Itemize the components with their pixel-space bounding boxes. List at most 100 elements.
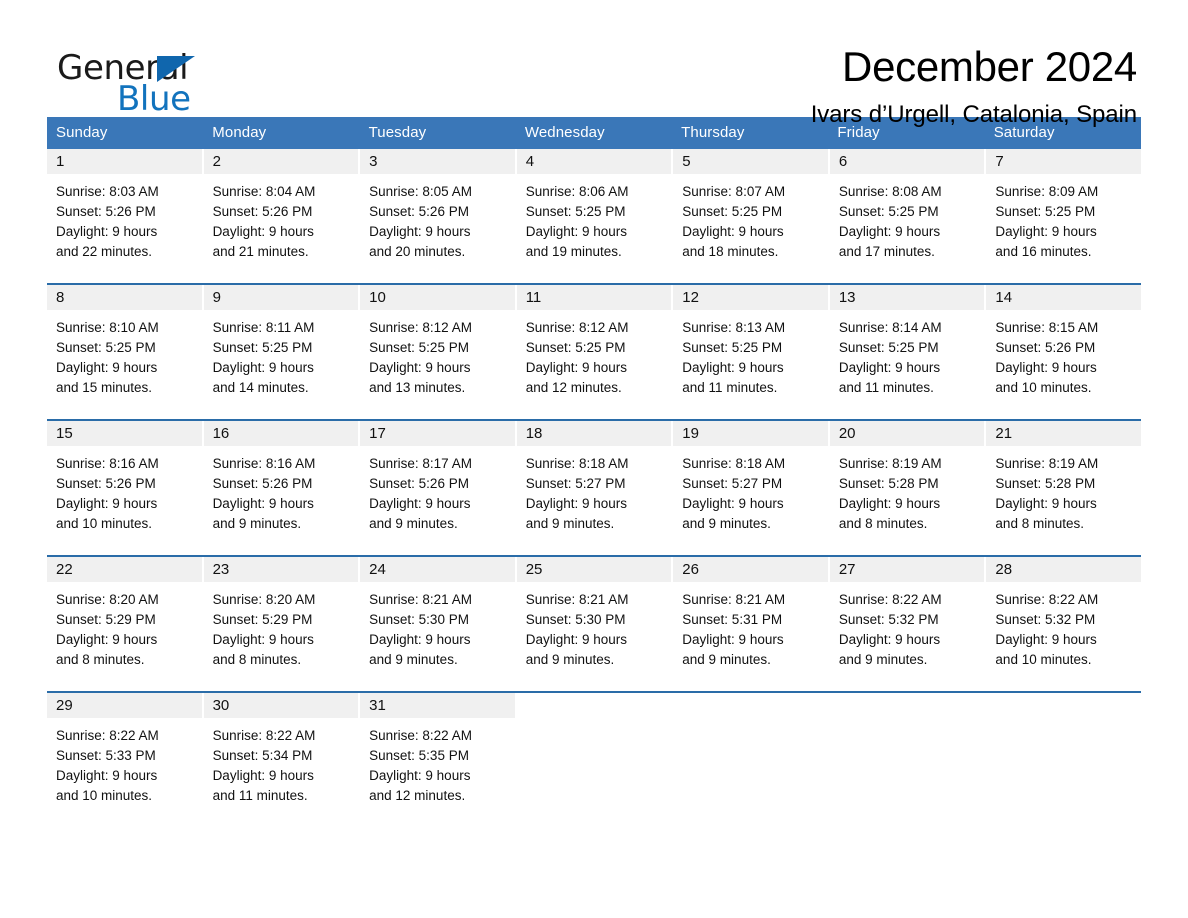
day-cell[interactable]: 21 Sunrise: 8:19 AM Sunset: 5:28 PM Dayli… — [986, 421, 1141, 548]
day-details: Sunrise: 8:15 AM Sunset: 5:26 PM Dayligh… — [995, 320, 1099, 395]
week-row: 1 Sunrise: 8:03 AM Sunset: 5:26 PM Daylig… — [47, 149, 1141, 276]
day-number — [673, 693, 828, 718]
day-details: Sunrise: 8:11 AM Sunset: 5:25 PM Dayligh… — [212, 320, 315, 395]
day-details — [986, 718, 1141, 726]
day-cell[interactable]: 8 Sunrise: 8:10 AM Sunset: 5:25 PM Daylig… — [47, 285, 202, 412]
day-cell[interactable]: 20 Sunrise: 8:19 AM Sunset: 5:28 PM Dayli… — [829, 421, 985, 548]
day-cell[interactable]: 24 Sunrise: 8:21 AM Sunset: 5:30 PM Dayli… — [360, 557, 515, 684]
day-details: Sunrise: 8:09 AM Sunset: 5:25 PM Dayligh… — [995, 184, 1099, 259]
day-details: Sunrise: 8:04 AM Sunset: 5:26 PM Dayligh… — [212, 184, 316, 259]
day-number: 23 — [203, 557, 359, 582]
weekday-wednesday: Wednesday — [524, 124, 605, 141]
day-cell[interactable]: 31 Sunrise: 8:22 AM Sunset: 5:35 PM Dayli… — [360, 693, 515, 820]
day-cell[interactable]: 17 Sunrise: 8:17 AM Sunset: 5:26 PM Dayli… — [360, 421, 515, 548]
day-details: Sunrise: 8:16 AM Sunset: 5:26 PM Dayligh… — [212, 456, 316, 531]
day-details: Sunrise: 8:08 AM Sunset: 5:25 PM Dayligh… — [838, 184, 942, 259]
day-cell[interactable]: 28 Sunrise: 8:22 AM Sunset: 5:32 PM Dayli… — [986, 557, 1141, 684]
day-number: 19 — [673, 421, 828, 446]
day-cell[interactable]: 13 Sunrise: 8:14 AM Sunset: 5:25 PM Dayli… — [829, 285, 985, 412]
day-details: Sunrise: 8:22 AM Sunset: 5:33 PM Dayligh… — [56, 728, 159, 803]
day-details: Sunrise: 8:03 AM Sunset: 5:26 PM Dayligh… — [56, 184, 159, 259]
day-number: 26 — [673, 557, 828, 582]
day-number: 8 — [47, 285, 202, 310]
weekday-thursday: Thursday — [681, 124, 745, 141]
day-details: Sunrise: 8:19 AM Sunset: 5:28 PM Dayligh… — [995, 456, 1099, 531]
day-details — [517, 718, 672, 726]
day-number: 18 — [516, 421, 672, 446]
day-details: Sunrise: 8:18 AM Sunset: 5:27 PM Dayligh… — [525, 456, 629, 531]
week-row: 22 Sunrise: 8:20 AM Sunset: 5:29 PM Dayli… — [47, 555, 1141, 684]
day-cell[interactable]: 12 Sunrise: 8:13 AM Sunset: 5:25 PM Dayli… — [673, 285, 828, 412]
day-cell[interactable]: 3 Sunrise: 8:05 AM Sunset: 5:26 PM Daylig… — [360, 149, 515, 276]
day-number: 1 — [47, 149, 202, 174]
logo-text-blue: Blue — [117, 79, 191, 119]
day-number: 24 — [360, 557, 515, 582]
day-cell[interactable]: 15 Sunrise: 8:16 AM Sunset: 5:26 PM Dayli… — [47, 421, 202, 548]
day-cell[interactable]: 11 Sunrise: 8:12 AM Sunset: 5:25 PM Dayli… — [516, 285, 672, 412]
day-details: Sunrise: 8:21 AM Sunset: 5:30 PM Dayligh… — [369, 592, 472, 667]
day-cell[interactable]: 18 Sunrise: 8:18 AM Sunset: 5:27 PM Dayli… — [516, 421, 672, 548]
day-details — [830, 718, 985, 726]
calendar-table: Sunday Monday Tuesday Wednesday Thursday… — [47, 117, 1141, 820]
weekday-header-row: Sunday Monday Tuesday Wednesday Thursday… — [47, 117, 1141, 149]
day-cell-empty — [986, 693, 1141, 820]
day-cell[interactable]: 7 Sunrise: 8:09 AM Sunset: 5:25 PM Daylig… — [986, 149, 1141, 276]
day-cell[interactable]: 9 Sunrise: 8:11 AM Sunset: 5:25 PM Daylig… — [203, 285, 359, 412]
day-cell-empty — [673, 693, 828, 820]
day-number: 4 — [516, 149, 672, 174]
day-cell[interactable]: 14 Sunrise: 8:15 AM Sunset: 5:26 PM Dayli… — [986, 285, 1141, 412]
day-cell[interactable]: 10 Sunrise: 8:12 AM Sunset: 5:25 PM Dayli… — [360, 285, 515, 412]
day-details: Sunrise: 8:22 AM Sunset: 5:34 PM Dayligh… — [212, 728, 316, 803]
day-cell[interactable]: 29 Sunrise: 8:22 AM Sunset: 5:33 PM Dayli… — [47, 693, 202, 820]
page-header: General Blue December 2024 Ivars d’Urgel… — [47, 0, 1141, 129]
day-number: 22 — [47, 557, 202, 582]
day-details — [673, 718, 828, 726]
day-details: Sunrise: 8:22 AM Sunset: 5:35 PM Dayligh… — [369, 728, 472, 803]
day-number: 11 — [516, 285, 672, 310]
day-number: 10 — [360, 285, 515, 310]
day-number: 15 — [47, 421, 202, 446]
day-cell[interactable]: 16 Sunrise: 8:16 AM Sunset: 5:26 PM Dayli… — [203, 421, 359, 548]
day-number — [986, 693, 1141, 718]
day-number: 6 — [829, 149, 985, 174]
day-cell[interactable]: 6 Sunrise: 8:08 AM Sunset: 5:25 PM Daylig… — [829, 149, 985, 276]
day-number: 29 — [47, 693, 202, 718]
day-cell[interactable]: 5 Sunrise: 8:07 AM Sunset: 5:25 PM Daylig… — [673, 149, 828, 276]
day-cell[interactable]: 26 Sunrise: 8:21 AM Sunset: 5:31 PM Dayli… — [673, 557, 828, 684]
weekday-saturday: Saturday — [993, 124, 1055, 141]
generalblue-logo: General Blue — [47, 44, 227, 120]
day-details: Sunrise: 8:16 AM Sunset: 5:26 PM Dayligh… — [56, 456, 159, 531]
day-number: 28 — [986, 557, 1141, 582]
day-number: 9 — [203, 285, 359, 310]
day-number: 17 — [360, 421, 515, 446]
weekday-friday: Friday — [837, 124, 880, 141]
day-cell[interactable]: 19 Sunrise: 8:18 AM Sunset: 5:27 PM Dayli… — [673, 421, 828, 548]
day-number: 31 — [360, 693, 515, 718]
day-cell[interactable]: 30 Sunrise: 8:22 AM Sunset: 5:34 PM Dayli… — [203, 693, 359, 820]
day-number: 3 — [360, 149, 515, 174]
day-details: Sunrise: 8:20 AM Sunset: 5:29 PM Dayligh… — [212, 592, 316, 667]
day-details: Sunrise: 8:05 AM Sunset: 5:26 PM Dayligh… — [369, 184, 472, 259]
day-number: 27 — [829, 557, 985, 582]
day-cell[interactable]: 23 Sunrise: 8:20 AM Sunset: 5:29 PM Dayli… — [203, 557, 359, 684]
day-details: Sunrise: 8:21 AM Sunset: 5:31 PM Dayligh… — [682, 592, 786, 667]
day-number: 5 — [673, 149, 828, 174]
day-details: Sunrise: 8:19 AM Sunset: 5:28 PM Dayligh… — [838, 456, 942, 531]
day-cell[interactable]: 27 Sunrise: 8:22 AM Sunset: 5:32 PM Dayli… — [829, 557, 985, 684]
day-details: Sunrise: 8:14 AM Sunset: 5:25 PM Dayligh… — [838, 320, 942, 395]
weekday-sunday: Sunday — [56, 124, 108, 141]
day-cell[interactable]: 1 Sunrise: 8:03 AM Sunset: 5:26 PM Daylig… — [47, 149, 202, 276]
week-row: 15 Sunrise: 8:16 AM Sunset: 5:26 PM Dayli… — [47, 419, 1141, 548]
day-details: Sunrise: 8:17 AM Sunset: 5:26 PM Dayligh… — [369, 456, 472, 531]
day-cell-empty — [516, 693, 672, 820]
day-cell[interactable]: 22 Sunrise: 8:20 AM Sunset: 5:29 PM Dayli… — [47, 557, 202, 684]
day-cell[interactable]: 25 Sunrise: 8:21 AM Sunset: 5:30 PM Dayli… — [516, 557, 672, 684]
day-details: Sunrise: 8:12 AM Sunset: 5:25 PM Dayligh… — [369, 320, 472, 395]
week-row: 29 Sunrise: 8:22 AM Sunset: 5:33 PM Dayli… — [47, 691, 1141, 820]
day-cell[interactable]: 2 Sunrise: 8:04 AM Sunset: 5:26 PM Daylig… — [203, 149, 359, 276]
day-cell[interactable]: 4 Sunrise: 8:06 AM Sunset: 5:25 PM Daylig… — [516, 149, 672, 276]
day-details: Sunrise: 8:22 AM Sunset: 5:32 PM Dayligh… — [838, 592, 942, 667]
day-cell-empty — [829, 693, 985, 820]
day-number: 25 — [516, 557, 672, 582]
day-number — [829, 693, 985, 718]
